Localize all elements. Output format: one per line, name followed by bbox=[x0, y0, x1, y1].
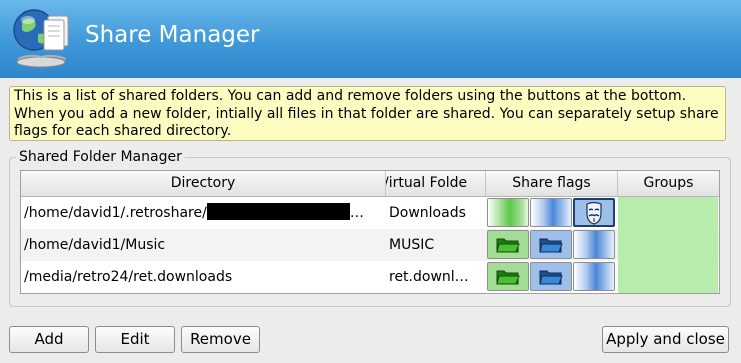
browsable-flag-button[interactable] bbox=[487, 230, 529, 259]
edit-button[interactable]: Edit bbox=[95, 326, 175, 353]
column-header-directory[interactable]: Directory bbox=[21, 171, 386, 196]
column-header-groups[interactable]: Groups bbox=[618, 171, 719, 196]
shared-folders-table[interactable]: Directory /irtual Folde Share flags Grou… bbox=[20, 170, 720, 294]
network-wide-flag-button[interactable] bbox=[530, 198, 572, 227]
groups-cell[interactable] bbox=[618, 261, 718, 293]
window-header: Share Manager bbox=[0, 0, 741, 78]
remove-button[interactable]: Remove bbox=[181, 326, 260, 353]
share-flags-cell bbox=[487, 229, 617, 261]
directory-text: /home/david1/.retroshare/ bbox=[24, 205, 207, 221]
anonymous-flag-button[interactable] bbox=[573, 198, 615, 227]
directory-ellipsis: … bbox=[349, 205, 364, 221]
redacted-block bbox=[206, 203, 350, 220]
column-header-share-flags[interactable]: Share flags bbox=[486, 171, 618, 196]
table-row[interactable]: /media/retro24/ret.downloads ret.downl… bbox=[21, 261, 719, 293]
directory-cell: /media/retro24/ret.downloads bbox=[24, 269, 233, 285]
blue-folder-icon bbox=[539, 238, 563, 252]
green-folder-icon bbox=[496, 238, 520, 252]
anonymous-flag-button[interactable] bbox=[573, 230, 615, 259]
network-wide-flag-button[interactable] bbox=[530, 262, 572, 291]
green-folder-icon bbox=[496, 270, 520, 284]
group-title: Shared Folder Manager bbox=[16, 149, 185, 165]
directory-cell: /home/david1/Music bbox=[24, 237, 166, 253]
table-header: Directory /irtual Folde Share flags Grou… bbox=[21, 171, 719, 197]
table-row[interactable]: /home/david1/Music MUSIC bbox=[21, 229, 719, 261]
anonymous-flag-button[interactable] bbox=[573, 262, 615, 291]
add-button[interactable]: Add bbox=[9, 326, 89, 353]
info-message: This is a list of shared folders. You ca… bbox=[9, 86, 726, 141]
anonymous-mask-icon bbox=[586, 201, 602, 225]
groups-cell[interactable] bbox=[618, 229, 718, 261]
blue-folder-icon bbox=[539, 270, 563, 284]
window-title: Share Manager bbox=[85, 22, 260, 48]
table-row[interactable]: /home/david1/.retroshare/ … Downloads bbox=[21, 197, 719, 229]
share-flags-cell bbox=[487, 261, 617, 293]
share-manager-logo-icon bbox=[13, 9, 69, 68]
groups-cell[interactable] bbox=[618, 197, 718, 229]
network-wide-flag-button[interactable] bbox=[530, 230, 572, 259]
browsable-flag-button[interactable] bbox=[487, 198, 529, 227]
virtual-folder-cell: MUSIC bbox=[389, 237, 435, 253]
column-header-virtual-folder[interactable]: /irtual Folde bbox=[386, 171, 486, 196]
directory-cell: /home/david1/.retroshare/ … bbox=[24, 197, 382, 229]
share-flags-cell bbox=[487, 197, 617, 229]
shared-folder-manager-group: Shared Folder Manager Directory /irtual … bbox=[9, 149, 731, 307]
virtual-folder-cell: ret.downl… bbox=[389, 269, 469, 285]
virtual-folder-cell: Downloads bbox=[389, 205, 466, 221]
apply-and-close-button[interactable]: Apply and close bbox=[602, 326, 729, 353]
browsable-flag-button[interactable] bbox=[487, 262, 529, 291]
